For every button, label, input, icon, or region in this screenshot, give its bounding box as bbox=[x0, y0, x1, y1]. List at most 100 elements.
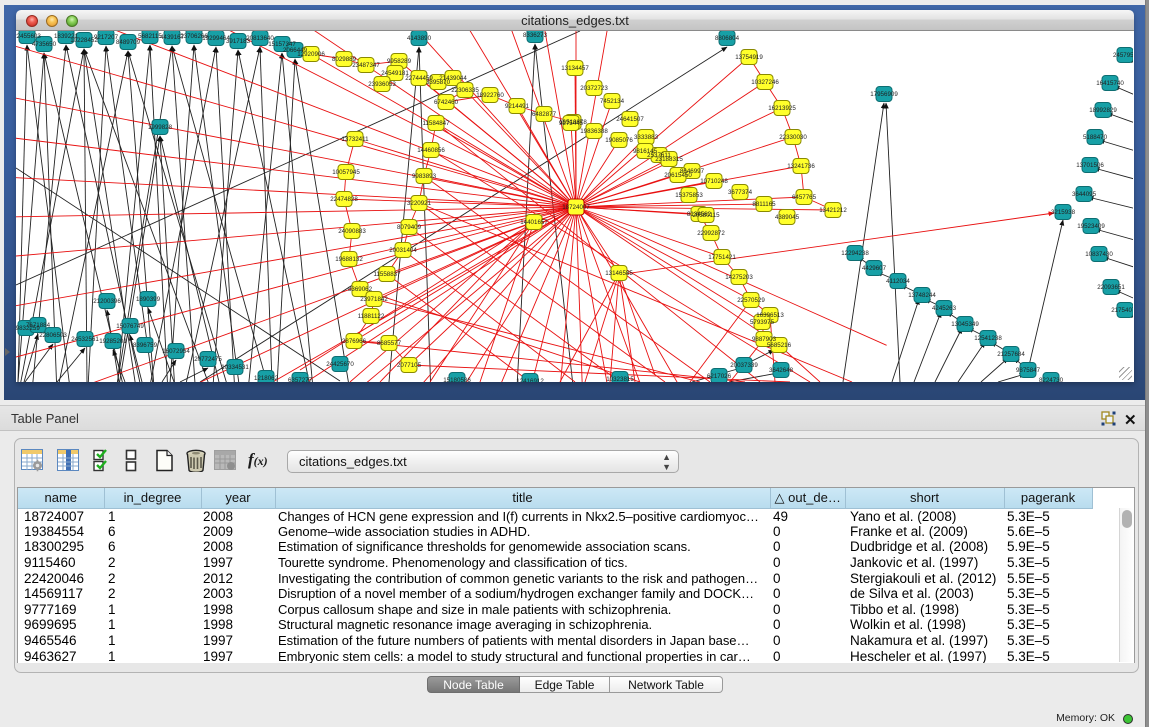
svg-text:19836388: 19836388 bbox=[580, 128, 608, 135]
svg-text:6217026: 6217026 bbox=[707, 373, 732, 380]
svg-text:24641507: 24641507 bbox=[616, 116, 644, 123]
svg-text:8806804: 8806804 bbox=[715, 35, 740, 42]
svg-text:4735650: 4735650 bbox=[32, 41, 57, 48]
svg-text:21754078: 21754078 bbox=[1111, 307, 1133, 314]
svg-text:8685577: 8685577 bbox=[377, 340, 402, 347]
svg-text:12416912: 12416912 bbox=[516, 378, 544, 382]
svg-text:1890399: 1890399 bbox=[136, 296, 161, 303]
svg-text:15180586: 15180586 bbox=[443, 377, 471, 382]
svg-text:13146585: 13146585 bbox=[605, 270, 633, 277]
svg-text:23188315: 23188315 bbox=[655, 156, 683, 163]
svg-text:13701506: 13701506 bbox=[1076, 162, 1104, 169]
svg-text:10323815: 10323815 bbox=[606, 376, 634, 382]
svg-text:14401657: 14401657 bbox=[520, 219, 548, 226]
svg-text:22093651: 22093651 bbox=[1097, 284, 1125, 291]
svg-text:1999828: 1999828 bbox=[148, 124, 173, 131]
svg-text:9275445: 9275445 bbox=[559, 120, 584, 127]
svg-text:19285201: 19285201 bbox=[99, 338, 127, 345]
svg-text:21257684: 21257684 bbox=[997, 351, 1025, 358]
svg-text:15375853: 15375853 bbox=[675, 192, 703, 199]
svg-text:22806503: 22806503 bbox=[39, 332, 67, 339]
svg-text:7452134: 7452134 bbox=[600, 98, 625, 105]
svg-text:10057945: 10057945 bbox=[332, 169, 360, 176]
svg-text:22330030: 22330030 bbox=[779, 134, 807, 141]
svg-text:18922760: 18922760 bbox=[476, 92, 504, 99]
svg-text:16396513: 16396513 bbox=[756, 312, 784, 319]
svg-text:12541238: 12541238 bbox=[974, 335, 1002, 342]
svg-text:22455603: 22455603 bbox=[16, 33, 41, 40]
svg-text:6482877: 6482877 bbox=[532, 111, 557, 118]
svg-text:21200396: 21200396 bbox=[93, 298, 121, 305]
svg-text:6457765: 6457765 bbox=[792, 194, 817, 201]
svg-text:1218062: 1218062 bbox=[254, 375, 279, 382]
svg-text:10334531: 10334531 bbox=[221, 364, 249, 371]
svg-text:13134457: 13134457 bbox=[561, 65, 589, 72]
svg-text:5682115: 5682115 bbox=[138, 33, 162, 40]
svg-text:12294238: 12294238 bbox=[841, 250, 869, 257]
svg-text:2457954: 2457954 bbox=[1113, 52, 1133, 59]
svg-text:21439044: 21439044 bbox=[439, 75, 467, 82]
svg-text:22570529: 22570529 bbox=[737, 297, 765, 304]
svg-text:8079409: 8079409 bbox=[397, 224, 422, 231]
svg-text:23936053: 23936053 bbox=[368, 81, 396, 88]
svg-text:8369062: 8369062 bbox=[348, 286, 373, 293]
svg-text:20615450: 20615450 bbox=[664, 172, 692, 179]
svg-text:5793975: 5793975 bbox=[750, 319, 775, 326]
svg-text:4245263: 4245263 bbox=[932, 305, 957, 312]
svg-text:13241736: 13241736 bbox=[787, 163, 815, 170]
svg-text:3215938: 3215938 bbox=[1051, 209, 1076, 216]
svg-text:19523409: 19523409 bbox=[1077, 223, 1105, 230]
svg-text:4429607: 4429607 bbox=[862, 265, 887, 272]
svg-text:9875847: 9875847 bbox=[1016, 367, 1041, 374]
svg-text:2077105: 2077105 bbox=[397, 362, 422, 369]
svg-text:14460856: 14460856 bbox=[417, 147, 445, 154]
svg-text:13732411: 13732411 bbox=[341, 136, 369, 143]
svg-text:3333883: 3333883 bbox=[634, 134, 659, 141]
svg-text:20580115: 20580115 bbox=[692, 212, 720, 219]
svg-text:8336273: 8336273 bbox=[523, 32, 548, 39]
svg-text:10710248: 10710248 bbox=[700, 178, 728, 185]
svg-text:8811165: 8811165 bbox=[752, 201, 776, 208]
svg-text:9816145: 9816145 bbox=[633, 148, 658, 155]
svg-text:6357277: 6357277 bbox=[288, 377, 313, 382]
svg-text:11881122: 11881122 bbox=[358, 313, 385, 320]
svg-text:9983893: 9983893 bbox=[412, 173, 437, 180]
svg-text:23487347: 23487347 bbox=[352, 62, 380, 69]
svg-text:10837430: 10837430 bbox=[1085, 251, 1113, 258]
svg-text:3220921: 3220921 bbox=[407, 200, 432, 207]
svg-text:8224730: 8224730 bbox=[1039, 377, 1064, 382]
svg-text:17956909: 17956909 bbox=[870, 91, 898, 98]
svg-text:9958289: 9958289 bbox=[387, 58, 412, 65]
svg-text:22992872: 22992872 bbox=[697, 230, 725, 237]
svg-text:16072954: 16072954 bbox=[162, 348, 190, 355]
svg-text:12920906: 12920906 bbox=[297, 51, 325, 58]
svg-text:4143890: 4143890 bbox=[407, 35, 432, 42]
svg-text:16213925: 16213925 bbox=[768, 105, 796, 112]
svg-text:3642648: 3642648 bbox=[769, 367, 794, 374]
svg-text:15076749: 15076749 bbox=[116, 323, 144, 330]
svg-text:10327246: 10327246 bbox=[751, 79, 779, 86]
svg-text:18992829: 18992829 bbox=[1089, 107, 1117, 114]
svg-text:23971842: 23971842 bbox=[360, 296, 388, 303]
svg-text:22306335: 22306335 bbox=[451, 87, 479, 94]
svg-text:20031404: 20031404 bbox=[389, 247, 417, 254]
svg-text:13045349: 13045349 bbox=[951, 321, 979, 328]
svg-text:20037339: 20037339 bbox=[730, 362, 758, 369]
svg-text:4389045: 4389045 bbox=[775, 214, 800, 221]
svg-text:19688132: 19688132 bbox=[335, 256, 363, 263]
svg-text:8396759: 8396759 bbox=[133, 342, 158, 349]
svg-text:4112034: 4112034 bbox=[886, 278, 910, 285]
svg-text:13421212: 13421212 bbox=[819, 207, 847, 214]
svg-text:17751421: 17751421 bbox=[708, 254, 736, 261]
svg-text:8489709: 8489709 bbox=[116, 39, 141, 46]
svg-text:19085076: 19085076 bbox=[605, 137, 633, 144]
svg-text:20772475: 20772475 bbox=[194, 356, 222, 363]
svg-text:9217207: 9217207 bbox=[94, 34, 119, 41]
svg-text:3644095: 3644095 bbox=[1072, 191, 1097, 198]
svg-text:11584847: 11584847 bbox=[422, 120, 450, 127]
svg-text:5188470: 5188470 bbox=[1083, 134, 1108, 141]
svg-text:7671884: 7671884 bbox=[26, 322, 51, 329]
svg-text:9214491: 9214491 bbox=[505, 103, 530, 110]
svg-text:5685216: 5685216 bbox=[767, 342, 792, 349]
svg-text:13748244: 13748244 bbox=[908, 292, 936, 299]
